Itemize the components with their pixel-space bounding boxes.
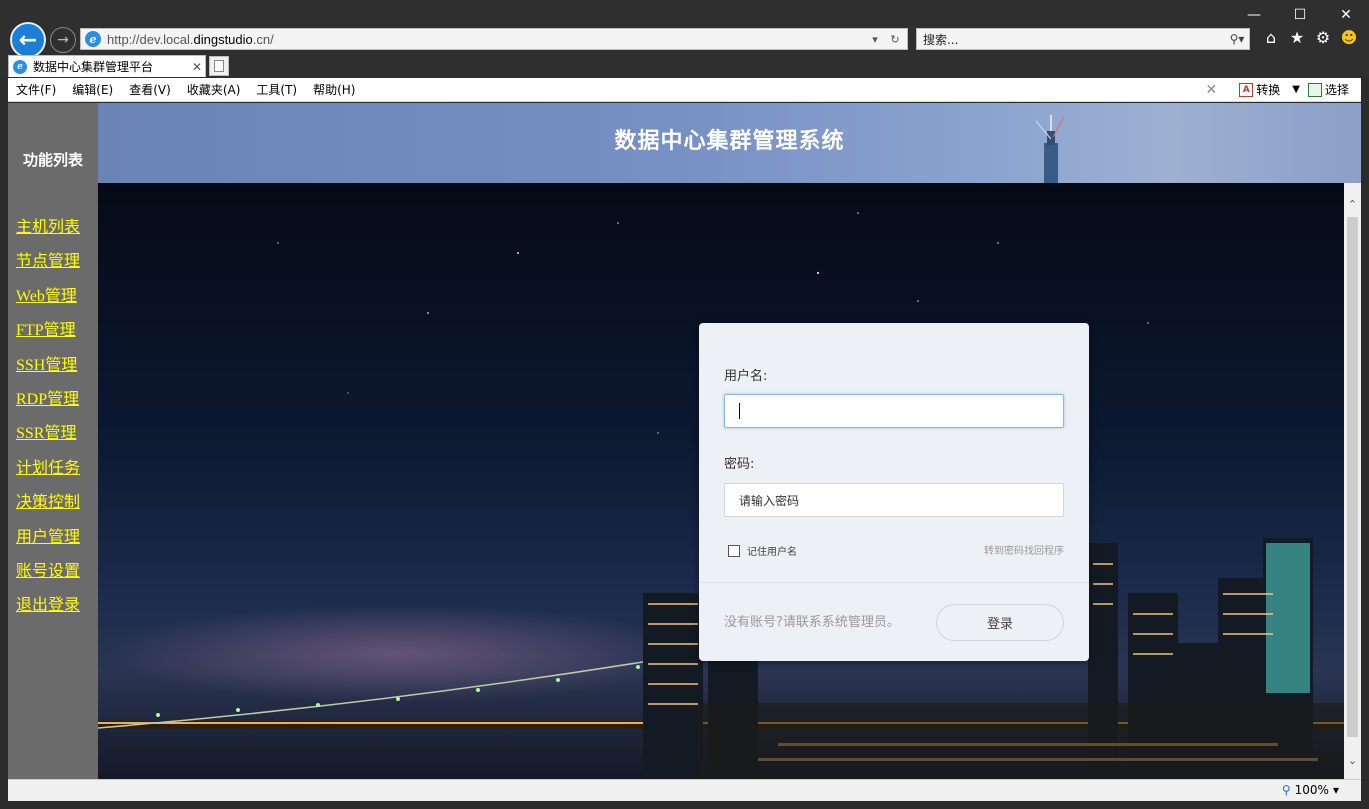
- url-prefix: http://dev.local.: [107, 31, 194, 47]
- sidebar-item-rdp-management[interactable]: RDP管理: [16, 387, 80, 421]
- tab-title: 数据中心集群管理平台: [33, 60, 154, 74]
- password-label: 密码:: [724, 457, 755, 472]
- zoom-level: 100%: [1294, 783, 1329, 797]
- login-button[interactable]: 登录: [936, 604, 1064, 641]
- header-banner: 数据中心集群管理系统: [98, 103, 1361, 183]
- scroll-up-icon[interactable]: ⌃: [1344, 193, 1361, 215]
- address-bar[interactable]: e http://dev.local.dingstudio.cn/ ▾ ↻: [80, 28, 908, 50]
- convert-dropdown-icon[interactable]: ▼: [1292, 84, 1300, 95]
- menu-edit[interactable]: 编辑(E): [64, 81, 121, 98]
- sidebar-item-scheduled-tasks[interactable]: 计划任务: [16, 456, 80, 490]
- remember-checkbox[interactable]: [728, 544, 740, 557]
- convert-label: 转换: [1256, 83, 1281, 97]
- page-title: 数据中心集群管理系统: [614, 128, 845, 153]
- minimize-icon[interactable]: —: [1231, 0, 1277, 30]
- username-label: 用户名:: [724, 369, 768, 384]
- sidebar-item-account-settings[interactable]: 账号设置: [16, 559, 80, 593]
- new-tab-button[interactable]: [209, 56, 229, 76]
- sidebar-item-decision-control[interactable]: 决策控制: [16, 490, 80, 524]
- sidebar-item-node-management[interactable]: 节点管理: [16, 249, 80, 283]
- scrollbar-thumb[interactable]: [1347, 217, 1358, 737]
- username-field[interactable]: [724, 394, 1064, 428]
- sidebar-item-ftp-management[interactable]: FTP管理: [16, 318, 80, 352]
- sidebar-item-user-management[interactable]: 用户管理: [16, 525, 80, 559]
- taskbar-strip: [0, 801, 1369, 809]
- remember-username[interactable]: 记住用户名: [728, 543, 797, 558]
- sidebar-item-logout[interactable]: 退出登录: [16, 593, 80, 627]
- url-suffix: .cn/: [252, 31, 274, 47]
- select-button[interactable]: 选择: [1307, 81, 1349, 98]
- select-label: 选择: [1324, 83, 1349, 97]
- url-text[interactable]: http://dev.local.dingstudio.cn/: [107, 32, 867, 47]
- window-controls: — ☐ ✕: [1231, 0, 1369, 30]
- toolbar-close-icon[interactable]: ✕: [1206, 82, 1218, 98]
- sidebar-item-ssr-management[interactable]: SSR管理: [16, 421, 80, 455]
- toolbar-icons: ⌂ ★ ⚙ ☻: [1262, 28, 1358, 47]
- menu-file[interactable]: 文件(F): [8, 81, 64, 98]
- tab-ie-icon: e: [13, 59, 27, 74]
- forward-icon[interactable]: →: [50, 27, 76, 53]
- address-dropdown-icon[interactable]: ▾: [867, 33, 883, 46]
- ie-icon: e: [85, 31, 101, 47]
- sidebar-title: 功能列表: [22, 153, 83, 169]
- sidebar-item-web-management[interactable]: Web管理: [16, 284, 80, 318]
- search-placeholder: 搜索...: [923, 32, 959, 47]
- card-divider: [699, 582, 1089, 583]
- browser-tab[interactable]: e 数据中心集群管理平台 ✕: [8, 55, 206, 77]
- forgot-password-link[interactable]: 转到密码找回程序: [984, 542, 1064, 557]
- text-caret: [739, 403, 740, 419]
- zoom-icon: ⚲: [1281, 783, 1291, 797]
- sidebar-nav: 主机列表 节点管理 Web管理 FTP管理 SSH管理 RDP管理 SSR管理 …: [16, 215, 80, 628]
- search-box[interactable]: 搜索... ⚲▾: [916, 28, 1250, 50]
- pdf-icon: A: [1239, 82, 1254, 97]
- sidebar-item-host-list[interactable]: 主机列表: [16, 215, 80, 249]
- remember-label: 记住用户名: [747, 547, 797, 558]
- refresh-icon[interactable]: ↻: [887, 33, 903, 46]
- menu-favorites[interactable]: 收藏夹(A): [179, 81, 249, 98]
- page-scrollbar[interactable]: ⌃ ⌄: [1344, 183, 1361, 779]
- menu-bar: 文件(F) 编辑(E) 查看(V) 收藏夹(A) 工具(T) 帮助(H) ✕ A…: [8, 78, 1361, 102]
- sidebar: 功能列表 主机列表 节点管理 Web管理 FTP管理 SSH管理 RDP管理 S…: [8, 103, 98, 779]
- scroll-down-icon[interactable]: ⌄: [1344, 749, 1361, 771]
- settings-gear-icon[interactable]: ⚙: [1314, 28, 1332, 47]
- status-bar: ⚲ 100% ▾: [8, 779, 1361, 801]
- browser-chrome: ← → e http://dev.local.dingstudio.cn/ ▾ …: [0, 0, 1369, 78]
- new-tab-icon: [214, 60, 224, 72]
- skyscraper-illustration: [1035, 115, 1065, 183]
- password-field[interactable]: 请输入密码: [724, 483, 1064, 517]
- close-icon[interactable]: ✕: [1323, 0, 1369, 30]
- sidebar-item-ssh-management[interactable]: SSH管理: [16, 353, 80, 387]
- convert-button[interactable]: A 转换: [1239, 81, 1280, 98]
- select-icon: [1307, 82, 1322, 97]
- url-host: dingstudio: [193, 31, 253, 47]
- zoom-control[interactable]: ⚲ 100% ▾: [1282, 783, 1339, 797]
- menu-tools[interactable]: 工具(T): [248, 81, 305, 98]
- favorites-star-icon[interactable]: ★: [1288, 28, 1306, 47]
- back-icon[interactable]: ←: [10, 22, 46, 58]
- tab-close-icon[interactable]: ✕: [189, 60, 205, 74]
- page-viewport: 功能列表 主机列表 节点管理 Web管理 FTP管理 SSH管理 RDP管理 S…: [8, 103, 1361, 779]
- no-account-text: 没有账号?请联系系统管理员。: [724, 615, 900, 630]
- menu-help[interactable]: 帮助(H): [305, 81, 363, 98]
- home-icon[interactable]: ⌂: [1262, 28, 1280, 47]
- feedback-smiley-icon[interactable]: ☻: [1340, 28, 1358, 47]
- menu-view[interactable]: 查看(V): [121, 81, 179, 98]
- maximize-icon[interactable]: ☐: [1277, 0, 1323, 30]
- zoom-dropdown-icon[interactable]: ▾: [1333, 783, 1339, 797]
- search-icon[interactable]: ⚲▾: [1225, 32, 1249, 46]
- login-card: 用户名: 密码: 请输入密码 记住用户名 转到密码找回程序 没有账号?请联系系统…: [699, 323, 1089, 661]
- password-placeholder: 请输入密码: [739, 493, 800, 508]
